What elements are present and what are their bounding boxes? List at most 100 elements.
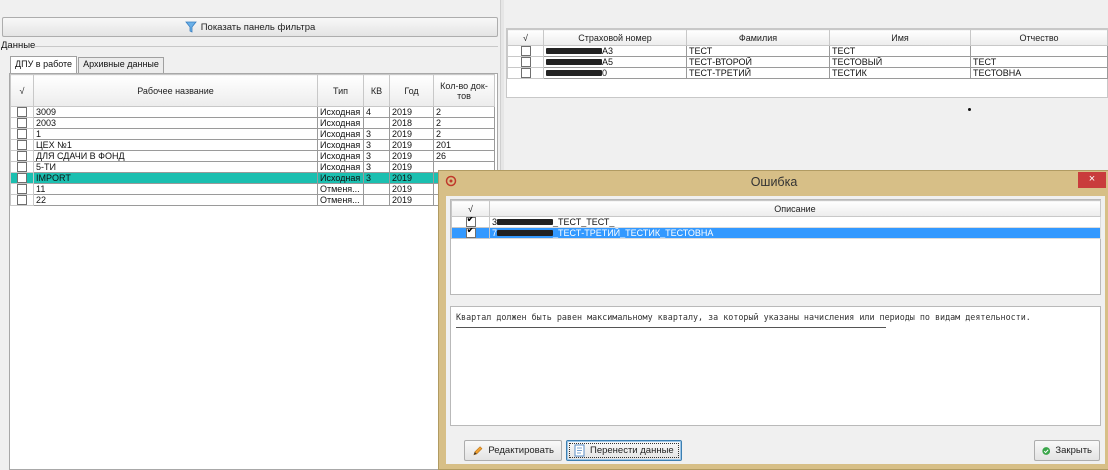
row-check-cell[interactable] — [10, 139, 34, 151]
row-checkbox[interactable] — [17, 162, 27, 172]
error-row[interactable]: 3_ТЕСТ_ТЕСТ_ — [451, 216, 1101, 228]
patronymic-cell[interactable]: ТЕСТОВНА — [970, 67, 1108, 79]
row-check-cell[interactable] — [507, 56, 544, 68]
row-check-cell[interactable] — [10, 194, 34, 206]
close-icon[interactable]: × — [1078, 172, 1106, 188]
row-check-cell[interactable] — [507, 45, 544, 57]
tab-archive[interactable]: Архивные данные — [78, 57, 164, 73]
row-checkbox[interactable] — [17, 129, 27, 139]
column-header-doc-count[interactable]: Кол-во док-тов — [433, 74, 495, 107]
first-name-cell[interactable]: ТЕСТОВЫЙ — [829, 56, 971, 68]
name-cell[interactable]: ЦЕХ №1 — [33, 139, 318, 151]
column-header-patronymic[interactable]: Отчество — [970, 29, 1108, 46]
column-header-quarter[interactable]: КВ — [363, 74, 390, 107]
edit-button[interactable]: Редактировать — [464, 440, 562, 461]
doc-count-cell[interactable]: 26 — [433, 150, 495, 162]
year-cell[interactable]: 2019 — [389, 139, 434, 151]
row-check-cell[interactable] — [507, 67, 544, 79]
quarter-cell[interactable]: 3 — [363, 139, 390, 151]
row-checkbox[interactable] — [520, 57, 531, 67]
name-cell[interactable]: 1 — [33, 128, 318, 140]
column-header-check[interactable]: √ — [451, 200, 490, 217]
year-cell[interactable]: 2019 — [389, 150, 434, 162]
row-check-cell[interactable] — [451, 216, 490, 228]
row-check-cell[interactable] — [10, 117, 34, 129]
error-row[interactable]: 7_ТЕСТ-ТРЕТИЙ_ТЕСТИК_ТЕСТОВНА — [451, 227, 1101, 239]
insurance-number-cell[interactable]: А3 — [543, 45, 687, 57]
column-header-year[interactable]: Год — [389, 74, 434, 107]
type-cell[interactable]: Отменя... — [317, 183, 364, 195]
dialog-titlebar[interactable]: Ошибка × — [439, 171, 1108, 193]
first-name-cell[interactable]: ТЕСТИК — [829, 67, 971, 79]
row-checkbox[interactable] — [17, 118, 27, 128]
row-checkbox[interactable] — [520, 46, 531, 56]
quarter-cell[interactable] — [363, 194, 390, 206]
year-cell[interactable]: 2019 — [389, 183, 434, 195]
error-description-box[interactable]: Квартал должен быть равен максимальному … — [450, 306, 1101, 426]
doc-count-cell[interactable]: 201 — [433, 139, 495, 151]
table-row[interactable]: 22 Отменя... 2019 — [10, 194, 495, 206]
type-cell[interactable]: Исходная — [317, 117, 364, 129]
row-check-cell[interactable] — [10, 161, 34, 173]
patronymic-cell[interactable] — [970, 45, 1108, 57]
column-header-type[interactable]: Тип — [317, 74, 364, 107]
year-cell[interactable]: 2019 — [389, 172, 434, 184]
column-header-last-name[interactable]: Фамилия — [686, 29, 830, 46]
quarter-cell[interactable]: 3 — [363, 150, 390, 162]
name-cell[interactable]: 22 — [33, 194, 318, 206]
type-cell[interactable]: Отменя... — [317, 194, 364, 206]
row-check-cell[interactable] — [10, 128, 34, 140]
year-cell[interactable]: 2019 — [389, 128, 434, 140]
type-cell[interactable]: Исходная — [317, 150, 364, 162]
description-cell[interactable]: 7 _ТЕСТ-ТРЕТИЙ_ТЕСТИК_ТЕСТОВНА — [489, 227, 1101, 239]
row-checkbox[interactable] — [17, 151, 27, 161]
row-checkbox[interactable] — [17, 195, 27, 205]
quarter-cell[interactable]: 3 — [363, 128, 390, 140]
table-row[interactable]: 0 ТЕСТ-ТРЕТИЙ ТЕСТИК ТЕСТОВНА — [507, 67, 1108, 79]
type-cell[interactable]: Исходная — [317, 128, 364, 140]
table-row[interactable]: 5-ТИ Исходная 3 2019 — [10, 161, 495, 173]
quarter-cell[interactable]: 4 — [363, 106, 390, 118]
table-row[interactable]: IMPORT Исходная 3 2019 — [10, 172, 495, 184]
name-cell[interactable]: 3009 — [33, 106, 318, 118]
type-cell[interactable]: Исходная — [317, 172, 364, 184]
year-cell[interactable]: 2019 — [389, 161, 434, 173]
column-header-description[interactable]: Описание — [489, 200, 1101, 217]
type-cell[interactable]: Исходная — [317, 106, 364, 118]
first-name-cell[interactable]: ТЕСТ — [829, 45, 971, 57]
column-header-insurance-number[interactable]: Страховой номер — [543, 29, 687, 46]
column-header-first-name[interactable]: Имя — [829, 29, 971, 46]
table-row[interactable]: ЦЕХ №1 Исходная 3 2019 201 — [10, 139, 495, 151]
table-row[interactable]: 2003 Исходная 2018 2 — [10, 117, 495, 129]
year-cell[interactable]: 2019 — [389, 106, 434, 118]
row-checkbox[interactable] — [17, 140, 27, 150]
patronymic-cell[interactable]: ТЕСТ — [970, 56, 1108, 68]
row-checkbox[interactable] — [17, 107, 27, 117]
quarter-cell[interactable]: 3 — [363, 172, 390, 184]
quarter-cell[interactable] — [363, 117, 390, 129]
row-checkbox[interactable] — [17, 173, 27, 183]
doc-count-cell[interactable]: 2 — [433, 106, 495, 118]
row-checkbox[interactable] — [465, 228, 476, 238]
name-cell[interactable]: 11 — [33, 183, 318, 195]
name-cell[interactable]: 5-ТИ — [33, 161, 318, 173]
last-name-cell[interactable]: ТЕСТ — [686, 45, 830, 57]
row-check-cell[interactable] — [451, 227, 490, 239]
doc-count-cell[interactable]: 2 — [433, 117, 495, 129]
row-checkbox[interactable] — [520, 68, 531, 78]
column-header-check[interactable]: √ — [507, 29, 544, 46]
type-cell[interactable]: Исходная — [317, 161, 364, 173]
quarter-cell[interactable]: 3 — [363, 161, 390, 173]
table-row[interactable]: ДЛЯ СДАЧИ В ФОНД Исходная 3 2019 26 — [10, 150, 495, 162]
row-checkbox[interactable] — [17, 184, 27, 194]
name-cell[interactable]: IMPORT — [33, 172, 318, 184]
insurance-number-cell[interactable]: А5 — [543, 56, 687, 68]
row-check-cell[interactable] — [10, 183, 34, 195]
row-check-cell[interactable] — [10, 106, 34, 118]
name-cell[interactable]: ДЛЯ СДАЧИ В ФОНД — [33, 150, 318, 162]
column-header-name[interactable]: Рабочее название — [33, 74, 318, 107]
quarter-cell[interactable] — [363, 183, 390, 195]
tab-dpu-in-work[interactable]: ДПУ в работе — [10, 56, 78, 73]
row-check-cell[interactable] — [10, 150, 34, 162]
name-cell[interactable]: 2003 — [33, 117, 318, 129]
